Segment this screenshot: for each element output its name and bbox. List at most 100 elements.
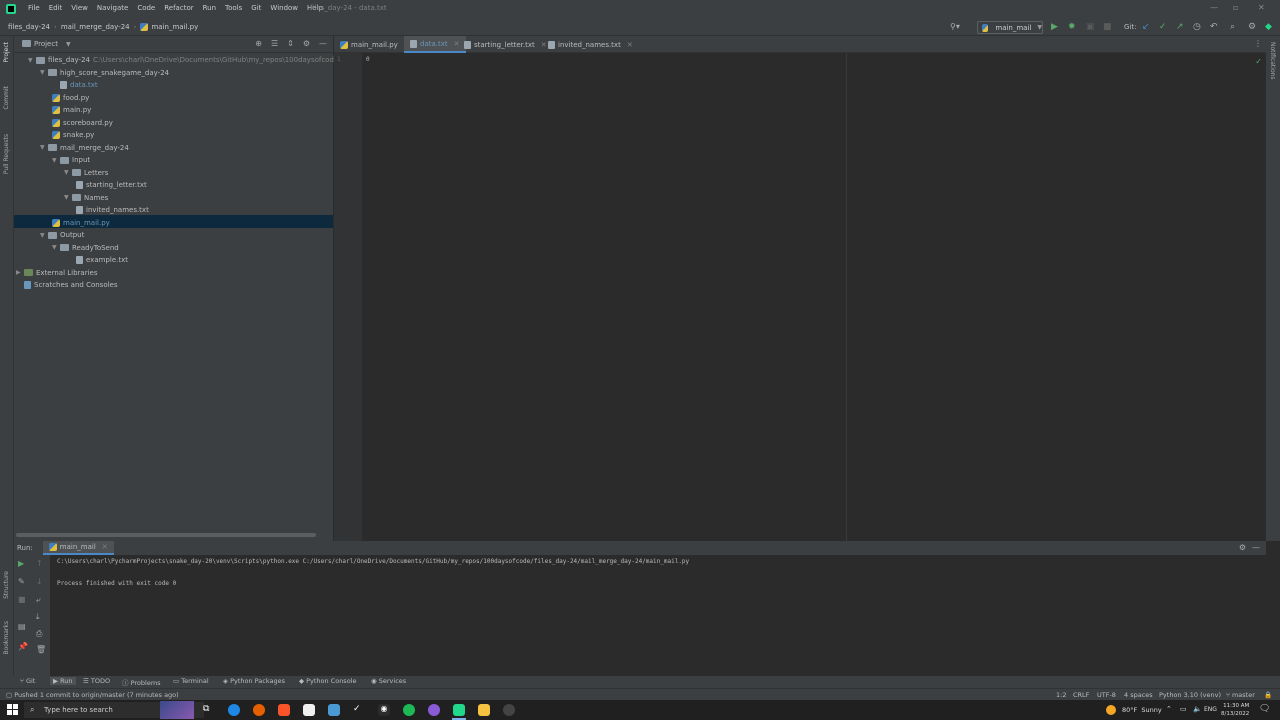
- pull-requests-tool-button[interactable]: Pull Requests: [3, 134, 10, 174]
- git-branch[interactable]: ⑂ master: [1226, 691, 1255, 699]
- app-icon[interactable]: ✓: [353, 704, 365, 716]
- steam-icon[interactable]: ◉: [378, 704, 390, 716]
- user-icon[interactable]: ⚲▾: [950, 22, 960, 31]
- tree-item-folder[interactable]: ▼ mail_merge_day-24: [28, 142, 129, 155]
- git-update-icon[interactable]: ↙: [1142, 22, 1150, 32]
- coverage-icon[interactable]: ▣: [1086, 22, 1095, 32]
- pycharm-update-icon[interactable]: ◆: [1265, 22, 1272, 32]
- line-separator[interactable]: CRLF: [1073, 691, 1089, 699]
- language-indicator[interactable]: ENG: [1204, 706, 1217, 713]
- git-commit-icon[interactable]: ✓: [1159, 22, 1167, 32]
- chevron-right-icon[interactable]: ▶: [16, 269, 24, 276]
- menu-file[interactable]: File: [28, 4, 40, 12]
- brave-icon[interactable]: [278, 704, 290, 716]
- tree-item-external-libraries[interactable]: ▶ External Libraries: [16, 267, 98, 280]
- stop-icon[interactable]: ■: [1103, 22, 1112, 32]
- wrench-icon[interactable]: ✎: [18, 577, 25, 586]
- store-icon[interactable]: [303, 704, 315, 716]
- python-interpreter[interactable]: Python 3.10 (venv): [1159, 691, 1221, 699]
- scroll-to-end-icon[interactable]: ⤓: [36, 612, 40, 622]
- rerun-icon[interactable]: ▶: [18, 559, 24, 568]
- horizontal-scrollbar[interactable]: [16, 533, 316, 537]
- tool-button-problems[interactable]: ⓘ Problems: [122, 677, 161, 687]
- tree-item-folder[interactable]: ▼ Input: [52, 154, 90, 167]
- git-push-icon[interactable]: ↗: [1176, 22, 1184, 32]
- maximize-icon[interactable]: ▫: [1233, 3, 1238, 12]
- gear-icon[interactable]: ⚙: [1248, 22, 1256, 32]
- tool-button-python-console[interactable]: ◆ Python Console: [299, 677, 356, 685]
- tree-item-folder[interactable]: ▼ Output: [40, 229, 84, 242]
- tray-chevron-icon[interactable]: ⌃: [1166, 705, 1172, 713]
- firefox-icon[interactable]: [253, 704, 265, 716]
- github-desktop-icon[interactable]: [428, 704, 440, 716]
- caret-position[interactable]: 1:2: [1056, 691, 1066, 699]
- inspection-ok-icon[interactable]: ✓: [1255, 57, 1262, 66]
- chevron-down-icon[interactable]: ▼: [64, 194, 72, 201]
- pycharm-taskbar-icon[interactable]: [453, 704, 465, 716]
- commit-tool-button[interactable]: Commit: [3, 86, 10, 110]
- tree-item-file[interactable]: example.txt: [76, 254, 128, 267]
- pin-icon[interactable]: 📌: [18, 642, 28, 651]
- volume-icon[interactable]: 🔈: [1193, 705, 1202, 713]
- code-editor[interactable]: 0 ✓: [362, 53, 1280, 541]
- tool-button-python-packages[interactable]: ◈ Python Packages: [223, 677, 285, 685]
- minimize-icon[interactable]: —: [1210, 3, 1218, 12]
- menu-view[interactable]: View: [71, 4, 88, 12]
- tree-item-file[interactable]: starting_letter.txt: [76, 179, 147, 192]
- run-config-selector[interactable]: main_mail ▼: [977, 21, 1043, 34]
- chevron-down-icon[interactable]: ▼: [52, 244, 60, 251]
- network-icon[interactable]: ▭: [1180, 705, 1187, 713]
- menu-window[interactable]: Window: [270, 4, 298, 12]
- tool-button-services[interactable]: ◉ Services: [371, 677, 406, 685]
- close-icon[interactable]: ✕: [1258, 3, 1265, 12]
- photos-icon[interactable]: [328, 704, 340, 716]
- chevron-down-icon[interactable]: ▼: [40, 144, 48, 151]
- search-icon[interactable]: ⌕: [1230, 22, 1235, 32]
- notifications-tool-button[interactable]: Notifications: [1269, 42, 1276, 80]
- gear-icon[interactable]: ⚙: [303, 39, 310, 48]
- tree-item-file-selected[interactable]: main_mail.py: [52, 217, 110, 230]
- menu-code[interactable]: Code: [137, 4, 155, 12]
- tool-button-git[interactable]: ⑂ Git: [20, 677, 35, 685]
- menu-git[interactable]: Git: [251, 4, 261, 12]
- tree-item-file[interactable]: data.txt: [60, 79, 98, 92]
- structure-tool-button[interactable]: Structure: [3, 571, 10, 599]
- bookmarks-tool-button[interactable]: Bookmarks: [3, 621, 10, 655]
- tool-button-terminal[interactable]: ▭ Terminal: [173, 677, 209, 685]
- lock-icon[interactable]: 🔒: [1264, 691, 1272, 699]
- menu-edit[interactable]: Edit: [49, 4, 63, 12]
- collapse-all-icon[interactable]: ⇕: [287, 39, 294, 48]
- tree-item-folder[interactable]: ▼ high_score_snakegame_day-24: [40, 67, 169, 80]
- layout-icon[interactable]: ▤: [18, 622, 26, 631]
- spotify-icon[interactable]: [403, 704, 415, 716]
- indent-setting[interactable]: 4 spaces: [1124, 691, 1153, 699]
- tree-item-folder[interactable]: ▼ Letters: [64, 167, 108, 180]
- editor-content[interactable]: 0: [366, 56, 370, 63]
- more-tabs-icon[interactable]: ⋮: [1254, 39, 1262, 48]
- run-tab[interactable]: main_mail ✕: [42, 541, 114, 555]
- locate-icon[interactable]: ⊕: [255, 39, 262, 48]
- project-tool-button[interactable]: Project: [3, 42, 10, 63]
- file-encoding[interactable]: UTF-8: [1097, 691, 1116, 699]
- task-view-icon[interactable]: ⧉: [203, 704, 215, 716]
- breadcrumb-file[interactable]: main_mail.py: [151, 23, 198, 31]
- hide-icon[interactable]: —: [1252, 543, 1260, 552]
- chevron-down-icon[interactable]: ▼: [40, 69, 48, 76]
- history-icon[interactable]: ◷: [1193, 22, 1201, 32]
- hide-icon[interactable]: —: [319, 39, 327, 48]
- menu-tools[interactable]: Tools: [225, 4, 242, 12]
- tab-data-txt[interactable]: data.txt ✕: [404, 36, 466, 53]
- close-icon[interactable]: ✕: [102, 543, 108, 551]
- debug-icon[interactable]: ✹: [1068, 22, 1076, 32]
- chevron-down-icon[interactable]: ▼: [64, 169, 72, 176]
- chevron-down-icon[interactable]: ▼: [52, 157, 60, 164]
- menu-run[interactable]: Run: [203, 4, 216, 12]
- tree-item-scratches[interactable]: Scratches and Consoles: [24, 279, 118, 292]
- project-panel-title[interactable]: Project: [34, 40, 58, 48]
- tab-starting-letter[interactable]: starting_letter.txt ✕: [458, 36, 553, 53]
- chevron-down-icon[interactable]: ▼: [28, 57, 36, 64]
- weather-text[interactable]: 80°F Sunny: [1122, 706, 1162, 714]
- print-icon[interactable]: ⎙: [36, 629, 42, 639]
- soft-wrap-icon[interactable]: ⤶: [36, 595, 40, 605]
- tab-invited-names[interactable]: invited_names.txt ✕: [542, 36, 639, 53]
